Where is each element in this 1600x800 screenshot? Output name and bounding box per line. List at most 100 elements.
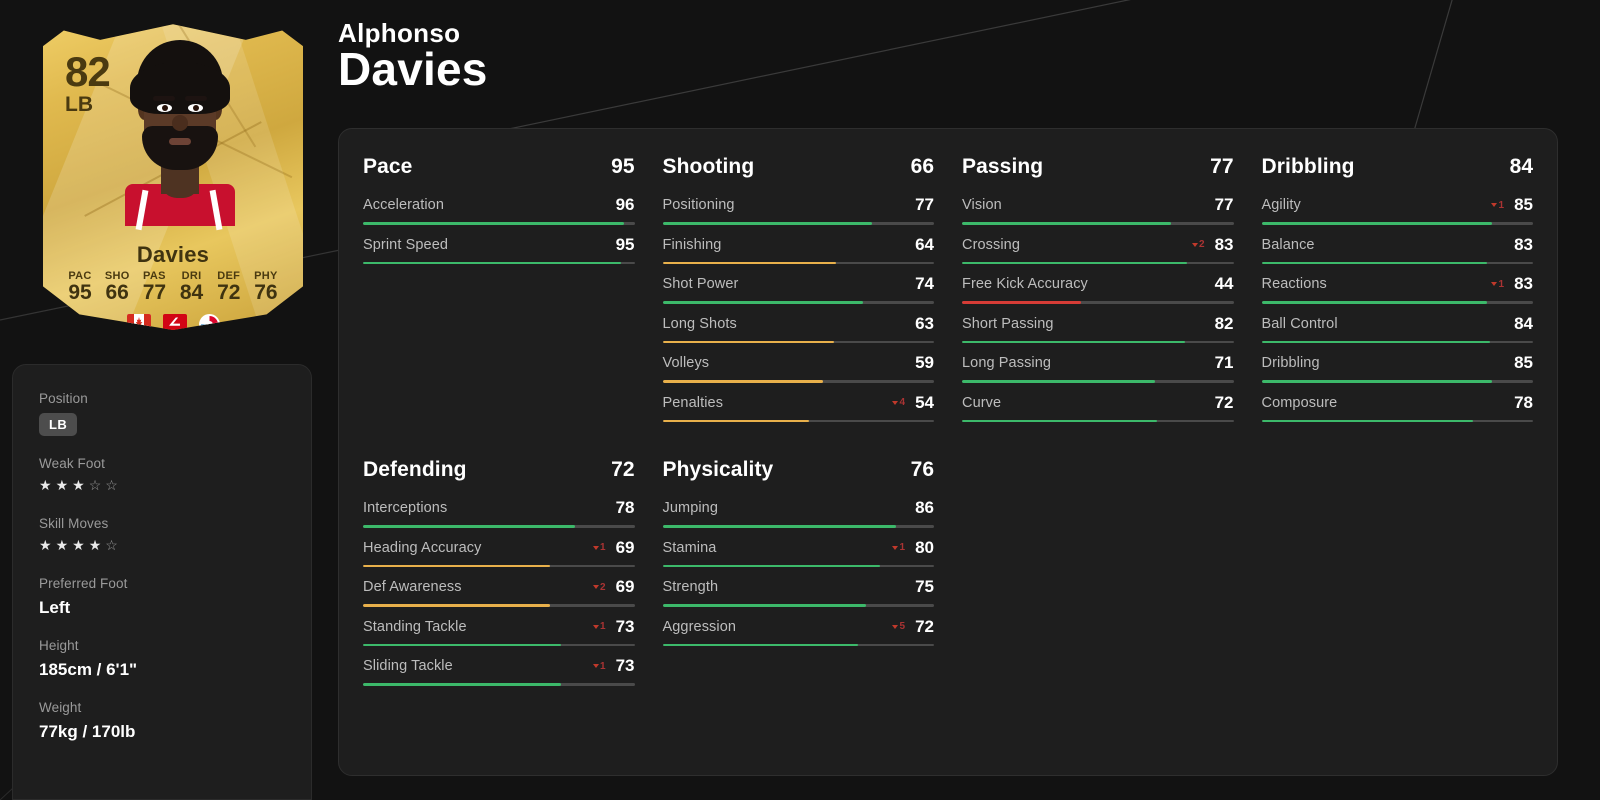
stat-bar-track (962, 419, 1234, 422)
info-preferred-foot-label: Preferred Foot (39, 576, 128, 591)
card-position: LB (65, 92, 93, 116)
modifier-triangle-icon (592, 545, 599, 550)
group-total: 77 (1210, 155, 1234, 178)
stat-name: Balance (1261, 236, 1315, 253)
stat-name: Shot Power (662, 276, 739, 292)
attribute-group-shooting: Shooting 66 Positioning 77 Finishing 64 Shot P… (662, 155, 935, 432)
stat-bar-track (1261, 222, 1533, 225)
info-preferred-foot-value: Left (39, 598, 71, 617)
stat-row: Volleys 59 (662, 353, 934, 383)
card-stat-value: 95 (68, 281, 92, 304)
stat-bar-track (662, 525, 934, 528)
stat-row: Strength 75 (662, 577, 934, 607)
stat-row: Finishing 64 (662, 234, 934, 264)
stat-value: 84 (1514, 313, 1533, 333)
stat-bar-track (662, 643, 934, 646)
stat-bar-fill (662, 525, 896, 528)
stat-value: 96 (615, 195, 635, 214)
stat-row: Penalties 4 54 (662, 392, 934, 422)
attributes-row-top: Pace 95 Acceleration 96 Sprint Speed 95 Shoot… (363, 155, 1533, 432)
stat-row: Long Shots 63 (662, 313, 934, 343)
card-stat-value: 84 (179, 281, 204, 304)
stat-bar-fill (363, 525, 575, 528)
stat-row: Free Kick Accuracy 44 (962, 274, 1234, 304)
group-header: Shooting 66 (663, 155, 935, 179)
stat-value: 69 (615, 577, 635, 596)
player-last-name: Davies (338, 43, 488, 96)
stat-bar-track (1261, 419, 1533, 422)
stat-value: 44 (1214, 274, 1234, 293)
stat-bar-fill (662, 419, 810, 422)
modifier-triangle-icon (1491, 282, 1498, 286)
stat-name: Dribbling (1261, 355, 1320, 371)
modifier-triangle-icon (892, 545, 899, 550)
stat-modifier: 1 (592, 621, 606, 632)
stat-value: 69 (615, 537, 635, 557)
stat-row: Standing Tackle 1 73 (363, 616, 635, 646)
bundesliga-logo-icon (162, 314, 187, 330)
info-weight-value: 77kg / 170lb (39, 722, 136, 741)
stat-value: 54 (915, 392, 934, 412)
star: ☆ (88, 477, 102, 493)
stat-row: Aggression 5 72 (662, 617, 934, 646)
modifier-triangle-icon (892, 624, 899, 629)
group-header: Physicality 76 (663, 458, 935, 482)
stat-name: Sliding Tackle (363, 658, 453, 674)
stat-row: Crossing 2 83 (962, 234, 1234, 264)
stat-bar-fill (1261, 419, 1474, 422)
star: ★ (39, 537, 52, 553)
attribute-group-physicality: Physicality 76 Jumping 86 Stamina 1 80 Strength… (662, 458, 935, 696)
stat-name: Vision (962, 197, 1002, 213)
stat-value: 77 (1214, 195, 1234, 214)
attribute-group-pace: Pace 95 Acceleration 96 Sprint Speed 95 (363, 155, 635, 432)
group-name: Dribbling (1261, 155, 1355, 178)
stat-bar-track (662, 340, 934, 343)
stat-name: Heading Accuracy (363, 539, 482, 556)
info-height-label: Height (39, 638, 79, 653)
stat-name: Acceleration (363, 197, 444, 213)
stat-bar-track (1261, 380, 1533, 383)
star: ★ (55, 537, 69, 553)
stat-value: 78 (1514, 392, 1533, 412)
card-stat-value: 66 (105, 281, 129, 304)
position-chip[interactable]: LB (39, 413, 78, 436)
star: ☆ (105, 477, 118, 493)
stat-row: Dribbling 85 (1261, 353, 1533, 383)
stat-bar-fill (962, 340, 1185, 343)
card-stat-pac: PAC 95 (63, 270, 97, 304)
attributes-row-bottom: Defending 72 Interceptions 78 Heading Accura… (363, 458, 1533, 696)
stat-bar-track (662, 222, 934, 225)
stat-value: 83 (1214, 234, 1234, 254)
stat-row: Sprint Speed 95 (363, 235, 635, 264)
group-total: 72 (611, 458, 635, 481)
stat-row: Sliding Tackle 1 73 (363, 656, 635, 686)
player-card[interactable]: 82 LB Davies PAC 95 SHO 66 PAS 77 DRI 84… (28, 8, 318, 338)
stat-name: Curve (962, 394, 1002, 411)
canada-flag-icon (126, 314, 151, 330)
modifier-triangle-icon (1191, 242, 1198, 247)
stat-row: Heading Accuracy 1 69 (363, 537, 635, 567)
stat-row: Reactions 1 83 (1261, 274, 1533, 304)
stat-bar-fill (363, 643, 562, 646)
stat-bar-track (962, 340, 1234, 343)
stat-value: 73 (615, 616, 635, 636)
stat-row: Vision 77 (962, 195, 1234, 225)
info-weight: Weight 77kg / 170lb (39, 700, 285, 742)
stat-bar-fill (962, 380, 1155, 383)
stat-row: Jumping 86 (662, 498, 934, 528)
stat-bar-fill (962, 222, 1172, 225)
stat-value: 63 (915, 313, 934, 333)
stat-name: Long Passing (962, 355, 1052, 371)
stat-bar-track (962, 301, 1234, 304)
stat-name: Aggression (662, 618, 737, 635)
card-player-name: Davies (136, 242, 210, 267)
stat-value: 64 (915, 234, 934, 254)
bayern-munich-crest-icon (198, 314, 220, 330)
stat-row: Balance 83 (1261, 235, 1533, 264)
stat-row: Positioning 77 (662, 195, 934, 225)
stat-bar-fill (363, 564, 551, 567)
player-stats-page: 82 LB Davies PAC 95 SHO 66 PAS 77 DRI 84… (0, 0, 1600, 800)
stat-bar-track (662, 604, 934, 607)
card-face: 82 LB Davies PAC 95 SHO 66 PAS 77 DRI 84… (43, 24, 303, 330)
stat-bar-fill (662, 643, 858, 646)
